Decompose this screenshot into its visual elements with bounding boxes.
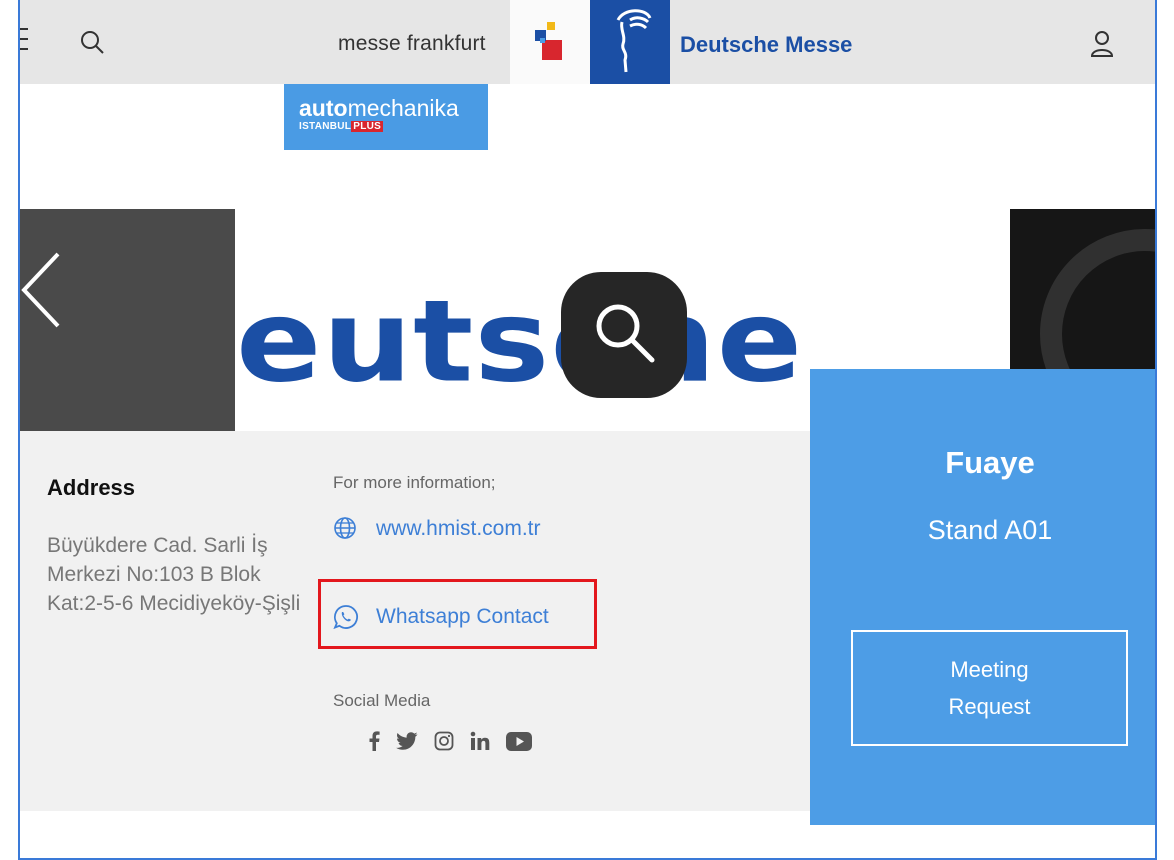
website-link[interactable]: www.hmist.com.tr [376,517,541,541]
slide-logo-text: eutsche [236,275,804,408]
chevron-left-icon[interactable] [20,250,62,330]
top-bar: messe frankfurt Deutsche Messe [20,0,1155,84]
linkedin-icon[interactable] [470,729,490,753]
youtube-icon[interactable] [506,729,532,753]
zoom-button[interactable] [561,272,687,398]
globe-icon [334,517,356,539]
address-text: Büyükdere Cad. Sarli İş Merkezi No:103 B… [47,534,301,615]
more-info-label: For more information; [333,473,496,492]
automechanika-logo[interactable]: automechanika ISTANBUL PLUS [284,84,488,150]
deutsche-messe-logo[interactable] [590,0,670,84]
messe-frankfurt-logo[interactable] [510,0,590,84]
whatsapp-link[interactable]: Whatsapp Contact [376,605,549,629]
social-media-links [368,729,532,753]
address-title: Address [47,475,136,500]
twitter-icon[interactable] [396,729,418,753]
carousel-next-slide[interactable] [1010,209,1155,369]
hamburger-icon[interactable] [20,28,34,54]
hall-name: Fuaye [945,445,1035,480]
exhibitor-info: Address Büyükdere Cad. Sarli İş Merkezi … [20,431,810,811]
search-icon[interactable] [80,30,106,56]
logo-plus: PLUS [351,121,384,132]
facebook-icon[interactable] [368,729,380,753]
zoom-icon [596,304,655,363]
logo-city: ISTANBUL [299,121,352,132]
meeting-request-button[interactable]: Meeting Request [851,630,1128,746]
whatsapp-icon[interactable] [333,604,359,630]
deutsche-messe-link[interactable]: Deutsche Messe [680,32,852,58]
page-frame: messe frankfurt Deutsche Messe automecha… [18,0,1157,860]
messe-frankfurt-link[interactable]: messe frankfurt [338,32,486,56]
social-media-title: Social Media [333,691,431,710]
logo-regular: mechanika [347,95,459,121]
stand-panel: Fuaye Stand A01 Meeting Request [810,369,1155,825]
logo-bold: auto [299,95,348,121]
user-icon[interactable] [1090,30,1114,58]
instagram-icon[interactable] [434,729,454,753]
stand-number: Stand A01 [927,515,1053,545]
meeting-request-label: Meeting Request [948,657,1031,719]
